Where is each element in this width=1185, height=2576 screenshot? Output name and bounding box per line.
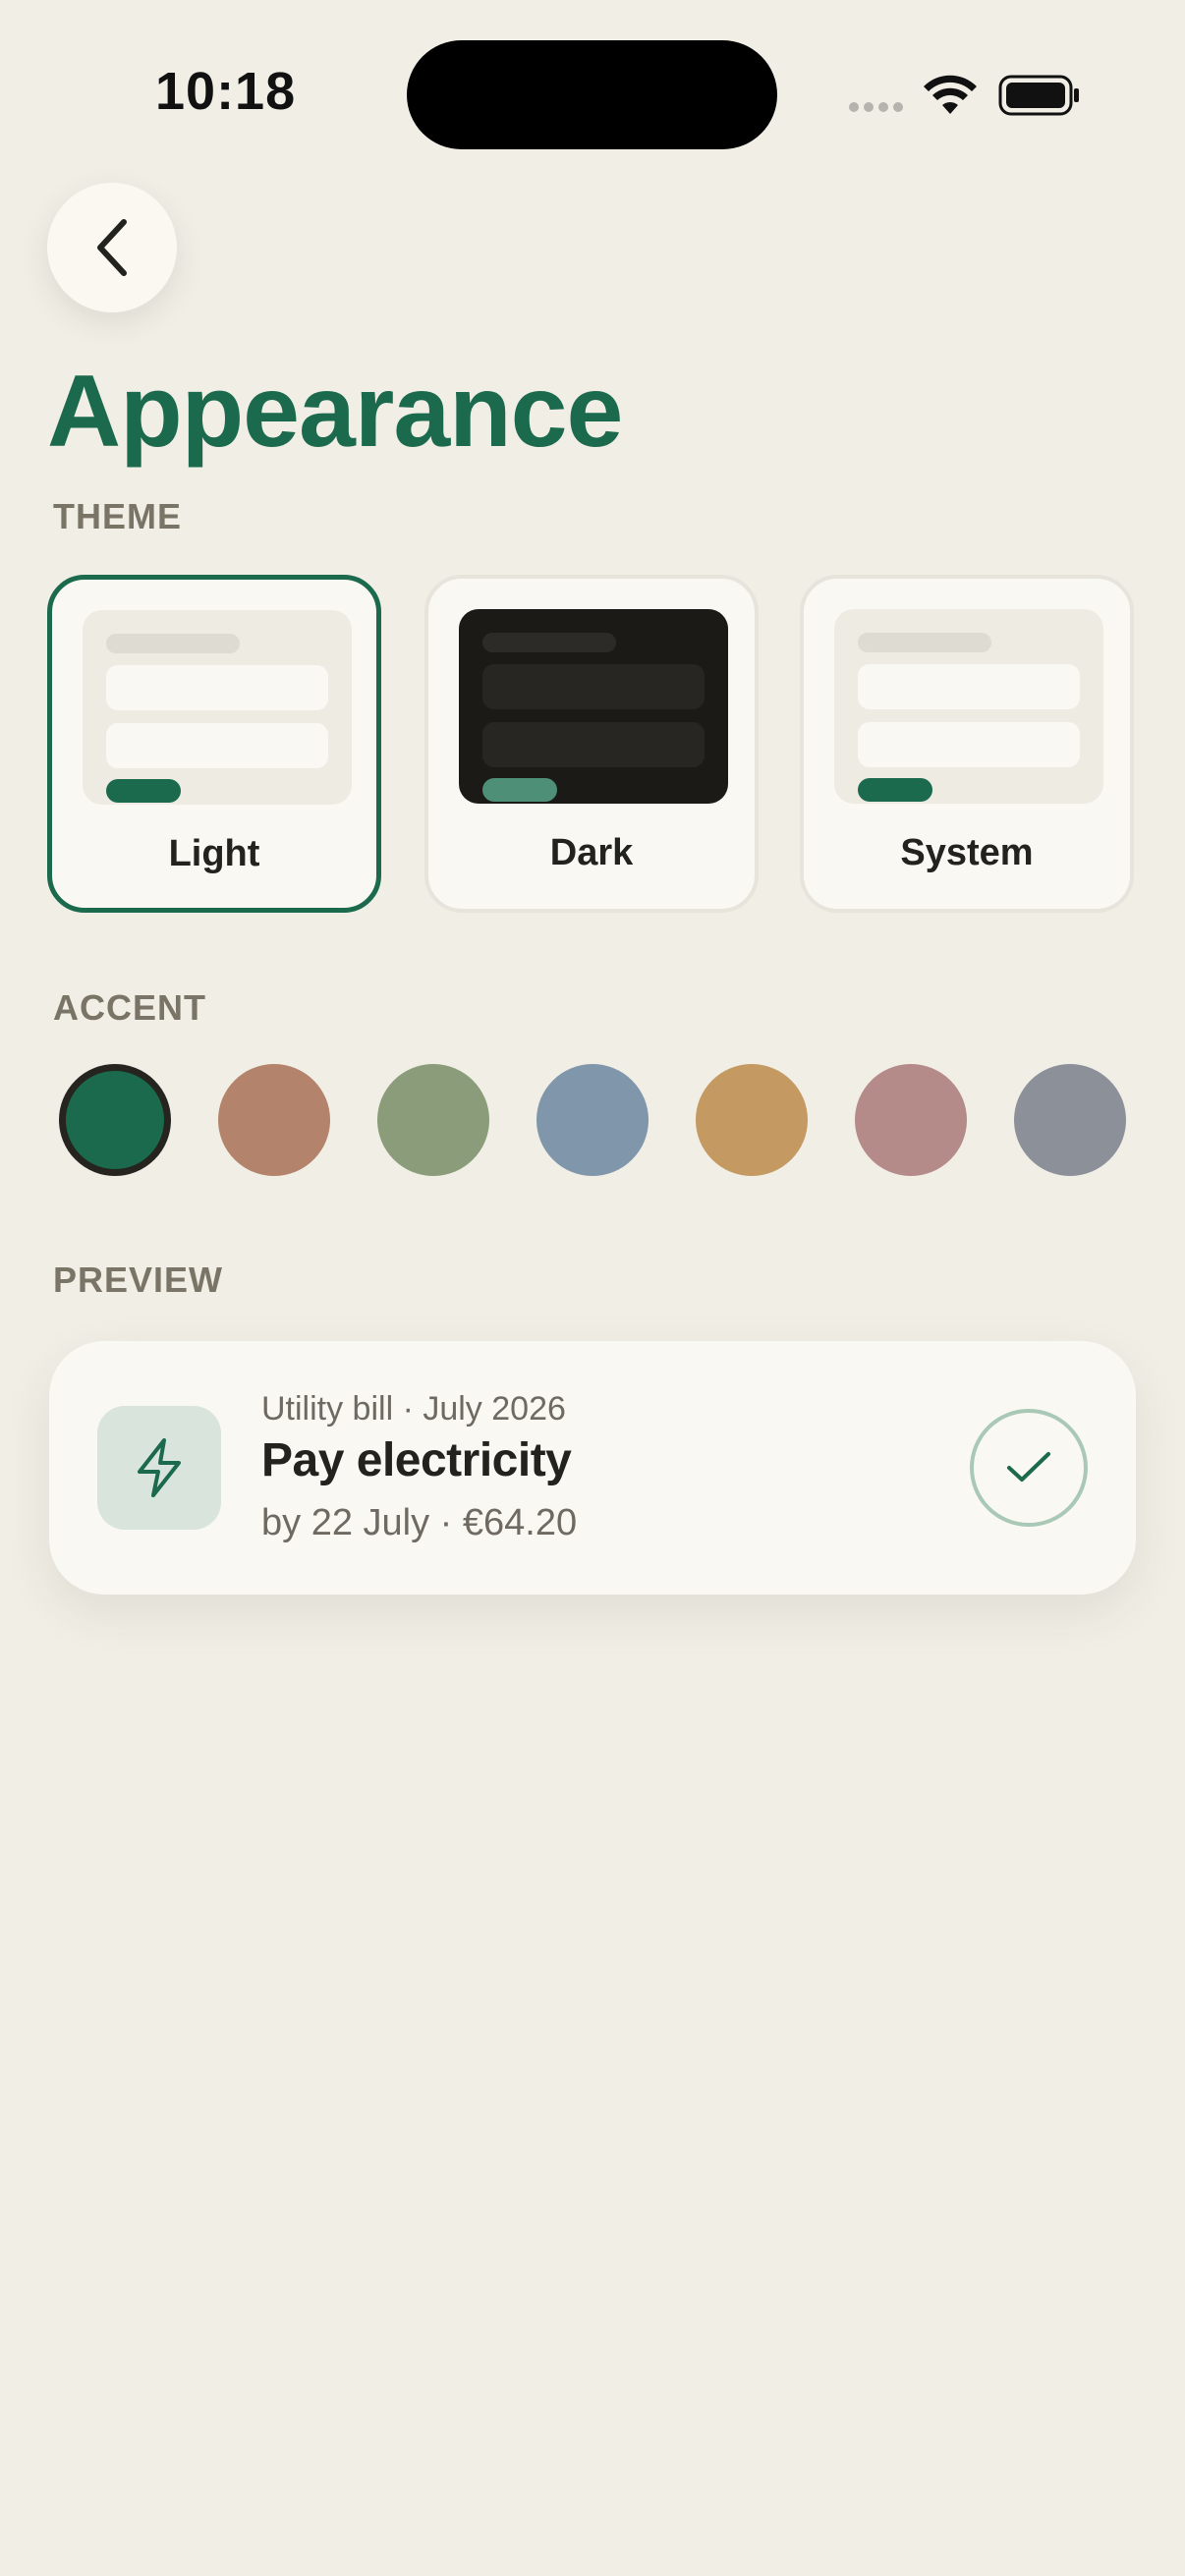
preview-section-label: PREVIEW bbox=[53, 1260, 224, 1300]
complete-task-button[interactable] bbox=[970, 1409, 1088, 1527]
theme-option-label: Dark bbox=[549, 832, 634, 873]
accent-swatch-rose[interactable] bbox=[855, 1064, 967, 1176]
battery-icon bbox=[998, 75, 1079, 116]
accent-section-label: ACCENT bbox=[53, 987, 206, 1028]
dark-theme-thumbnail bbox=[459, 609, 728, 804]
page-title: Appearance bbox=[47, 355, 623, 469]
cellular-signal-icon bbox=[849, 102, 903, 112]
accent-swatch-gray[interactable] bbox=[1014, 1064, 1126, 1176]
system-theme-thumbnail bbox=[834, 609, 1103, 804]
lightning-icon bbox=[138, 1438, 181, 1497]
chevron-left-icon bbox=[97, 219, 127, 276]
task-meta: by 22 July · €64.20 bbox=[261, 1502, 578, 1543]
accent-swatch-terracotta[interactable] bbox=[218, 1064, 330, 1176]
accent-swatch-ochre[interactable] bbox=[696, 1064, 808, 1176]
theme-option-system[interactable]: System bbox=[800, 575, 1134, 913]
preview-task-card[interactable]: Utility bill · July 2026 Pay electricity… bbox=[49, 1341, 1136, 1595]
status-bar: 10:18 bbox=[0, 0, 1185, 177]
task-category-icon bbox=[97, 1406, 221, 1530]
theme-option-label: System bbox=[900, 832, 1034, 873]
light-theme-thumbnail bbox=[83, 610, 352, 805]
wifi-icon bbox=[924, 75, 977, 114]
theme-option-light[interactable]: Light bbox=[47, 575, 381, 913]
theme-option-dark[interactable]: Dark bbox=[424, 575, 759, 913]
checkmark-icon bbox=[1007, 1452, 1050, 1482]
accent-swatch-slate-blue[interactable] bbox=[536, 1064, 649, 1176]
status-time: 10:18 bbox=[155, 62, 297, 121]
accent-swatch-green[interactable] bbox=[59, 1064, 171, 1176]
task-subtitle: Utility bill · July 2026 bbox=[261, 1390, 566, 1428]
task-title: Pay electricity bbox=[261, 1434, 572, 1486]
theme-section-label: THEME bbox=[53, 496, 182, 536]
back-button[interactable] bbox=[47, 183, 177, 312]
dynamic-island bbox=[407, 40, 777, 149]
theme-option-label: Light bbox=[168, 833, 260, 874]
accent-swatch-sage[interactable] bbox=[377, 1064, 489, 1176]
